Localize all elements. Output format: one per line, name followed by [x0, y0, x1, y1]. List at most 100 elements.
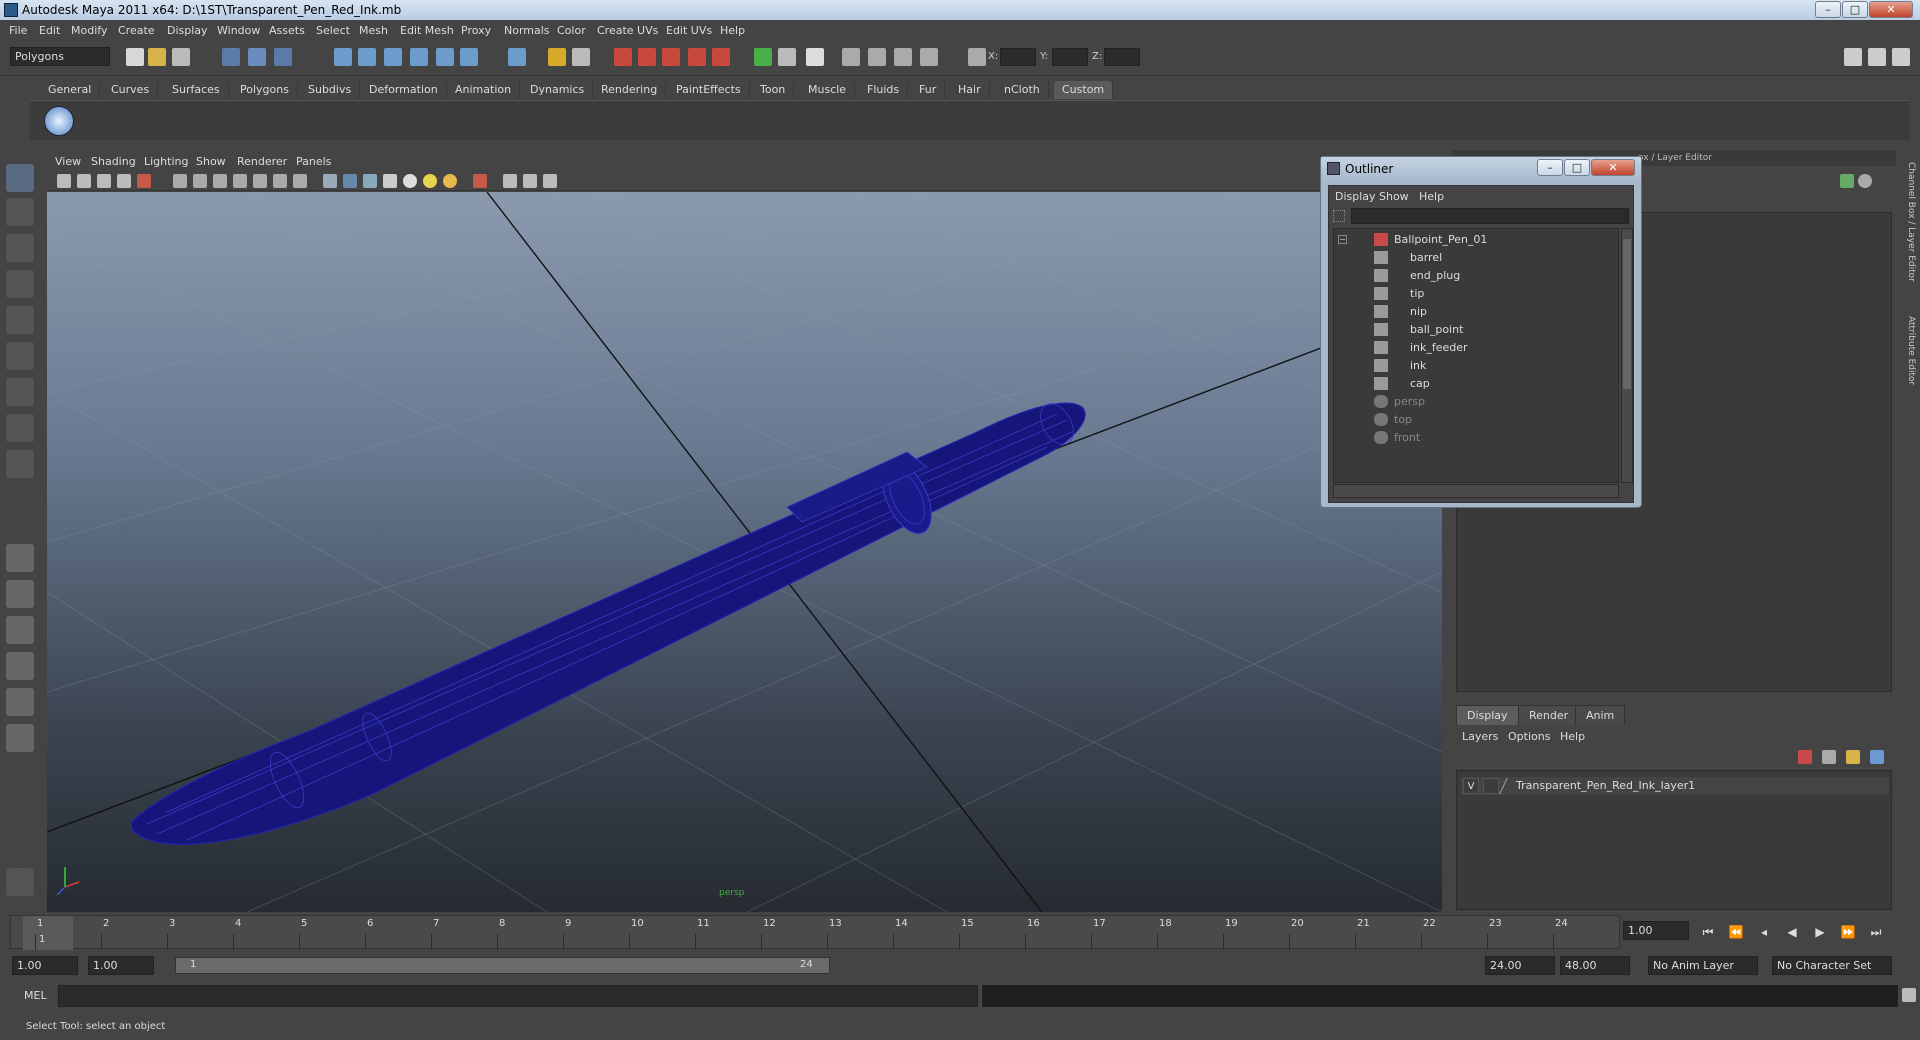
- render-settings-icon[interactable]: [662, 48, 680, 66]
- menu-create[interactable]: Create: [118, 24, 155, 37]
- tree-row-camera[interactable]: front: [1334, 429, 1618, 447]
- playback-start-field[interactable]: 1.00: [88, 956, 154, 975]
- field-chart-icon[interactable]: [233, 174, 247, 188]
- minimize-button[interactable]: –: [1815, 1, 1841, 18]
- render-icon[interactable]: [614, 48, 632, 66]
- tab-ncloth[interactable]: nCloth: [996, 81, 1049, 99]
- menu-assets[interactable]: Assets: [269, 24, 305, 37]
- tab-surfaces[interactable]: Surfaces: [164, 81, 229, 99]
- character-set-select[interactable]: No Character Set: [1772, 956, 1892, 975]
- menu-edit[interactable]: Edit: [39, 24, 60, 37]
- safe-title-icon[interactable]: [273, 174, 287, 188]
- tree-row-camera[interactable]: persp: [1334, 393, 1618, 411]
- tree-row-child[interactable]: ball_point: [1334, 321, 1618, 339]
- step-back-frame-icon[interactable]: ◂: [1756, 925, 1772, 941]
- custom-tool-icon[interactable]: [6, 868, 34, 896]
- outliner-close-button[interactable]: ✕: [1591, 159, 1635, 176]
- save-scene-icon[interactable]: [172, 48, 190, 66]
- tree-label[interactable]: tip: [1410, 287, 1424, 300]
- resolution-gate-icon[interactable]: [193, 174, 207, 188]
- command-language-label[interactable]: MEL: [24, 989, 47, 1002]
- tree-label[interactable]: ink: [1410, 359, 1426, 372]
- select-hierarchy-icon[interactable]: [222, 48, 240, 66]
- current-frame-indicator[interactable]: [23, 916, 73, 950]
- layer-playback-toggle[interactable]: [1483, 778, 1499, 794]
- menu-proxy[interactable]: Proxy: [461, 24, 491, 37]
- side-tab-attribute-editor[interactable]: Attribute Editor: [1906, 316, 1916, 385]
- grid-toggle-icon[interactable]: [137, 174, 151, 188]
- persp-graph-layout-icon[interactable]: [6, 652, 34, 680]
- help-icon[interactable]: [508, 48, 526, 66]
- menu-mesh[interactable]: Mesh: [359, 24, 388, 37]
- range-slider[interactable]: 1 24: [175, 957, 830, 974]
- menu-edit-uvs[interactable]: Edit UVs: [666, 24, 712, 37]
- viewport-menu-show[interactable]: Show: [196, 155, 226, 168]
- wireframe-icon[interactable]: [323, 174, 337, 188]
- current-time-field[interactable]: 1.00: [1623, 921, 1689, 940]
- scale-icon[interactable]: [868, 48, 886, 66]
- menu-normals[interactable]: Normals: [504, 24, 550, 37]
- outliner-titlebar[interactable]: Outliner – □ ✕: [1321, 157, 1641, 181]
- tab-hair[interactable]: Hair: [950, 81, 990, 99]
- play-backward-icon[interactable]: ◀: [1784, 925, 1800, 941]
- layer-color-swatch[interactable]: [1499, 778, 1517, 794]
- tree-label[interactable]: nip: [1410, 305, 1427, 318]
- step-forward-key-icon[interactable]: ⏩: [1840, 925, 1856, 941]
- construction-history-icon[interactable]: [572, 48, 590, 66]
- menu-window[interactable]: Window: [217, 24, 260, 37]
- tab-toon[interactable]: Toon: [752, 81, 795, 99]
- layer-name[interactable]: Transparent_Pen_Red_Ink_layer1: [1516, 779, 1695, 792]
- tab-display-layers[interactable]: Display: [1456, 705, 1519, 725]
- tree-row-child[interactable]: ink_feeder: [1334, 339, 1618, 357]
- safe-action-icon[interactable]: [253, 174, 267, 188]
- manipulator-toggle-icon[interactable]: [1858, 174, 1872, 188]
- tab-rendering[interactable]: Rendering: [593, 81, 667, 99]
- snap-curve-icon[interactable]: [358, 48, 376, 66]
- maximize-button[interactable]: □: [1842, 1, 1868, 18]
- wireframe-on-shaded-icon[interactable]: [363, 174, 377, 188]
- time-slider[interactable]: 1 1 2 3 4 5 6 7 8 9 10 11 12 13 14 15 16 17 18 19 20 21 22 23 2…: [10, 915, 1620, 950]
- tree-row-child[interactable]: tip: [1334, 285, 1618, 303]
- outliner-filter-field[interactable]: [1351, 208, 1629, 224]
- isolate-select-icon[interactable]: [473, 174, 487, 188]
- menu-edit-mesh[interactable]: Edit Mesh: [400, 24, 454, 37]
- scale-tool-icon[interactable]: [6, 342, 34, 370]
- outliner-minimize-button[interactable]: –: [1537, 159, 1563, 176]
- filter-icon[interactable]: [1333, 210, 1345, 222]
- bookmark-icon[interactable]: [97, 174, 111, 188]
- viewport-menu-lighting[interactable]: Lighting: [144, 155, 188, 168]
- collapse-toggle-icon[interactable]: −: [1338, 235, 1347, 244]
- tree-label[interactable]: ink_feeder: [1410, 341, 1468, 354]
- tree-label[interactable]: ball_point: [1410, 323, 1463, 336]
- image-plane-icon[interactable]: [117, 174, 131, 188]
- new-layer-icon[interactable]: [1822, 750, 1836, 764]
- tab-dynamics[interactable]: Dynamics: [522, 81, 594, 99]
- duplicate-icon[interactable]: [920, 48, 938, 66]
- menu-color[interactable]: Color: [557, 24, 586, 37]
- outliner-menu-show[interactable]: Show: [1379, 190, 1409, 203]
- textured-icon[interactable]: [383, 174, 397, 188]
- open-scene-icon[interactable]: [148, 48, 166, 66]
- xray-icon[interactable]: [503, 174, 517, 188]
- persp-outliner-layout-icon[interactable]: [6, 616, 34, 644]
- x-field[interactable]: [1000, 48, 1036, 66]
- layer-menu-help[interactable]: Help: [1560, 730, 1585, 743]
- rotate-tool-icon[interactable]: [6, 306, 34, 334]
- persp-hypergraph-layout-icon[interactable]: [6, 724, 34, 752]
- tab-muscle[interactable]: Muscle: [800, 81, 856, 99]
- hypershade-icon[interactable]: [688, 48, 706, 66]
- tree-label[interactable]: cap: [1410, 377, 1430, 390]
- show-attribute-editor-icon[interactable]: [1844, 48, 1862, 66]
- perspective-viewport[interactable]: persp: [47, 192, 1442, 912]
- select-component-icon[interactable]: [274, 48, 292, 66]
- transform-icon[interactable]: [842, 48, 860, 66]
- snap-point-icon[interactable]: [384, 48, 402, 66]
- gate-mask-icon[interactable]: [213, 174, 227, 188]
- xray-components-icon[interactable]: [543, 174, 557, 188]
- absolute-transform-icon[interactable]: [968, 48, 986, 66]
- viewport-menu-renderer[interactable]: Renderer: [237, 155, 287, 168]
- tree-label-camera[interactable]: persp: [1394, 395, 1425, 408]
- hypershade-layout-icon[interactable]: [6, 688, 34, 716]
- end-time-field[interactable]: 48.00: [1560, 956, 1630, 975]
- last-tool-icon[interactable]: [6, 450, 34, 478]
